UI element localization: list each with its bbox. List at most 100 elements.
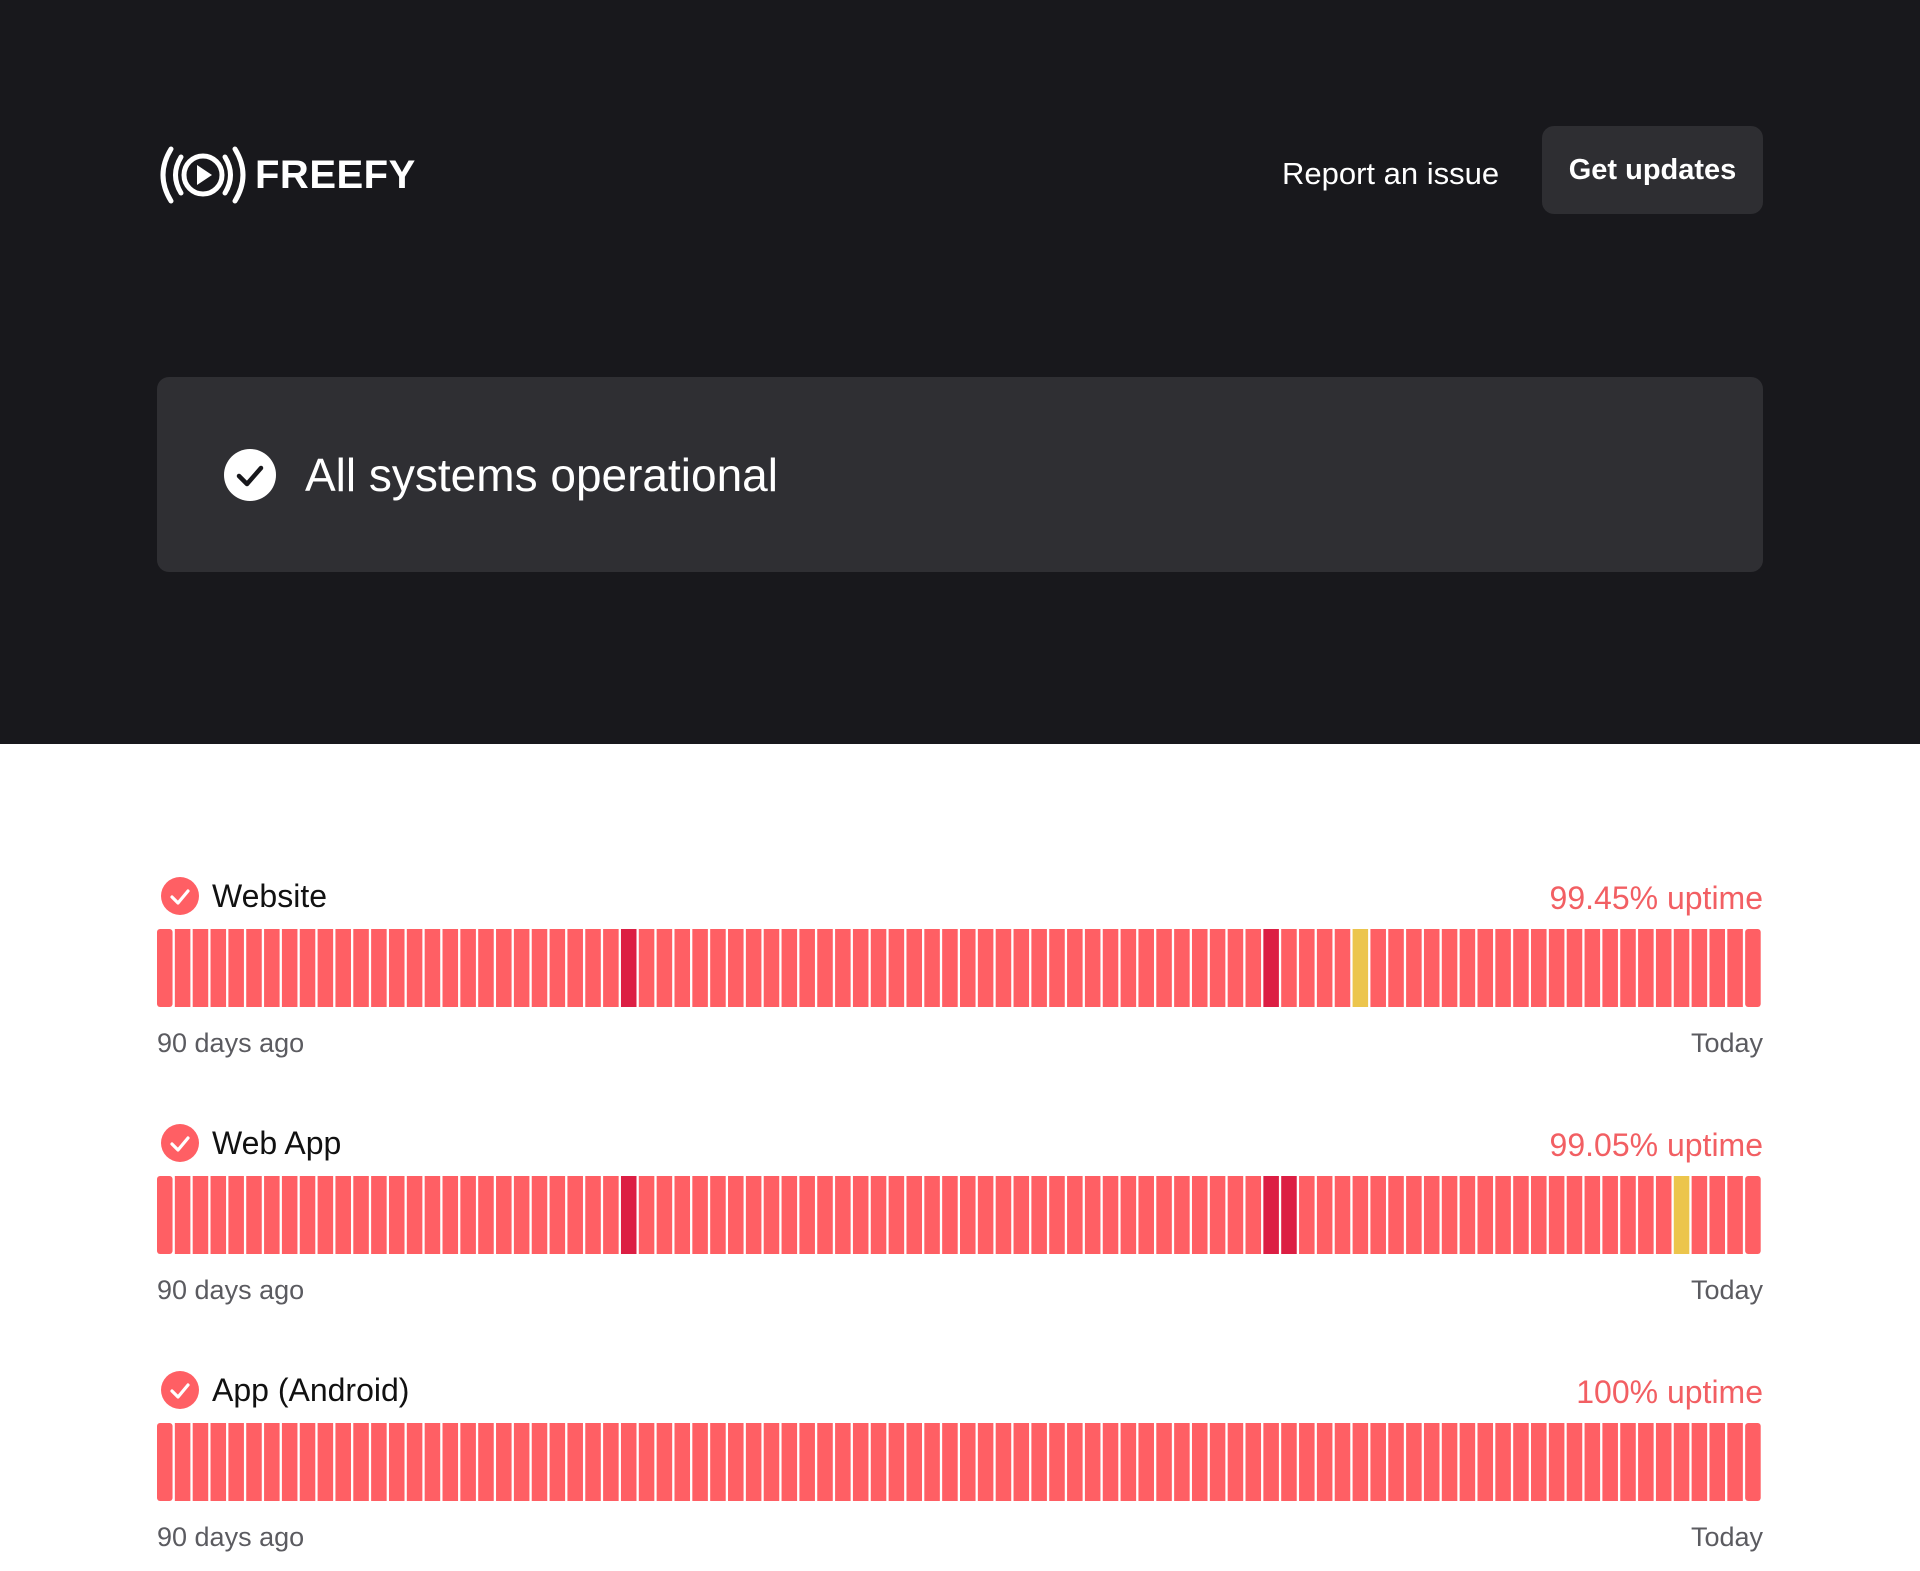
- uptime-bar-operational[interactable]: [531, 929, 548, 1007]
- uptime-bar-operational[interactable]: [1174, 1423, 1190, 1501]
- uptime-bar-operational[interactable]: [1013, 929, 1030, 1007]
- uptime-bar-operational[interactable]: [1406, 1423, 1422, 1501]
- uptime-bar-operational[interactable]: [1209, 1423, 1226, 1501]
- uptime-bar-operational[interactable]: [1245, 929, 1262, 1007]
- uptime-bar-operational[interactable]: [763, 929, 780, 1007]
- uptime-bar-operational[interactable]: [1138, 1176, 1154, 1254]
- uptime-bar-operational[interactable]: [192, 1176, 209, 1254]
- uptime-bar-operational[interactable]: [728, 1176, 744, 1254]
- uptime-bar-operational[interactable]: [852, 1176, 869, 1254]
- uptime-bar-operational[interactable]: [942, 1176, 958, 1254]
- uptime-bar-operational[interactable]: [371, 1176, 387, 1254]
- uptime-bar-operational[interactable]: [478, 1423, 494, 1501]
- uptime-bar-operational[interactable]: [763, 1423, 780, 1501]
- uptime-bar-operational[interactable]: [317, 929, 334, 1007]
- uptime-bar-operational[interactable]: [924, 929, 940, 1007]
- uptime-bar-operational[interactable]: [549, 929, 566, 1007]
- uptime-bar-operational[interactable]: [1477, 1176, 1494, 1254]
- uptime-bar-operational[interactable]: [852, 929, 869, 1007]
- uptime-bar-operational[interactable]: [888, 1423, 905, 1501]
- uptime-bar-operational[interactable]: [781, 1176, 798, 1254]
- uptime-bar-operational[interactable]: [906, 1176, 923, 1254]
- uptime-bar-operational[interactable]: [496, 1423, 512, 1501]
- uptime-bar-operational[interactable]: [1209, 1176, 1226, 1254]
- uptime-bar-operational[interactable]: [1566, 1423, 1583, 1501]
- uptime-bar-operational[interactable]: [174, 1423, 191, 1501]
- uptime-bar-operational[interactable]: [728, 1423, 744, 1501]
- uptime-bar-operational[interactable]: [870, 1176, 887, 1254]
- uptime-bar-operational[interactable]: [1067, 1176, 1083, 1254]
- uptime-bar-operational[interactable]: [924, 1176, 940, 1254]
- uptime-bar-operational[interactable]: [1191, 929, 1208, 1007]
- uptime-bar-operational[interactable]: [228, 1176, 244, 1254]
- uptime-bar-operational[interactable]: [1049, 1176, 1065, 1254]
- uptime-bar-operational[interactable]: [585, 1423, 601, 1501]
- uptime-bar-operational[interactable]: [335, 929, 351, 1007]
- uptime-bar-operational[interactable]: [210, 929, 227, 1007]
- uptime-bar-operational[interactable]: [1334, 929, 1351, 1007]
- uptime-bar-operational[interactable]: [157, 1423, 173, 1501]
- uptime-bar-operational[interactable]: [406, 1423, 423, 1501]
- uptime-bar-operational[interactable]: [531, 1176, 548, 1254]
- uptime-bar-operational[interactable]: [1316, 929, 1333, 1007]
- uptime-bar-operational[interactable]: [531, 1423, 548, 1501]
- uptime-bar-operational[interactable]: [1316, 1423, 1333, 1501]
- uptime-bar-operational[interactable]: [692, 1176, 708, 1254]
- uptime-bar-operational[interactable]: [656, 1423, 673, 1501]
- uptime-bar-operational[interactable]: [745, 1176, 762, 1254]
- uptime-bar-operational[interactable]: [371, 1423, 387, 1501]
- uptime-bar-operational[interactable]: [264, 1423, 280, 1501]
- uptime-bar-operational[interactable]: [960, 1176, 976, 1254]
- uptime-bar-operational[interactable]: [817, 1176, 833, 1254]
- uptime-bar-operational[interactable]: [1245, 1176, 1262, 1254]
- uptime-bar-operational[interactable]: [157, 929, 173, 1007]
- uptime-bar-operational[interactable]: [1459, 1423, 1476, 1501]
- uptime-bar-operational[interactable]: [1352, 1176, 1369, 1254]
- uptime-bar-operational[interactable]: [1156, 1423, 1172, 1501]
- uptime-bar-operational[interactable]: [710, 1176, 726, 1254]
- uptime-bar-operational[interactable]: [281, 1423, 298, 1501]
- uptime-bar-operational[interactable]: [888, 929, 905, 1007]
- uptime-bar-operational[interactable]: [710, 1423, 726, 1501]
- uptime-bar-operational[interactable]: [549, 1176, 566, 1254]
- uptime-bar-operational[interactable]: [1102, 1176, 1119, 1254]
- uptime-bar-operational[interactable]: [1084, 1176, 1101, 1254]
- uptime-bar-operational[interactable]: [1566, 1176, 1583, 1254]
- uptime-bar-operational[interactable]: [424, 1423, 441, 1501]
- uptime-bar-operational[interactable]: [1584, 1423, 1601, 1501]
- uptime-bar-operational[interactable]: [1655, 1176, 1672, 1254]
- uptime-bar-operational[interactable]: [603, 929, 619, 1007]
- uptime-bar-operational[interactable]: [1745, 1176, 1761, 1254]
- uptime-bar-operational[interactable]: [1174, 1176, 1190, 1254]
- uptime-bar-operational[interactable]: [1263, 1423, 1279, 1501]
- uptime-bar-operational[interactable]: [388, 929, 405, 1007]
- uptime-bar-operational[interactable]: [1602, 929, 1618, 1007]
- uptime-bar-operational[interactable]: [1477, 1423, 1494, 1501]
- uptime-bar-operational[interactable]: [924, 1423, 940, 1501]
- uptime-bar-operational[interactable]: [674, 929, 691, 1007]
- uptime-bar-operational[interactable]: [1441, 1176, 1458, 1254]
- uptime-bar-operational[interactable]: [335, 1423, 351, 1501]
- uptime-bar-operational[interactable]: [942, 1423, 958, 1501]
- uptime-bar-operational[interactable]: [745, 929, 762, 1007]
- uptime-bar-operational[interactable]: [513, 929, 530, 1007]
- uptime-bar-operational[interactable]: [1281, 929, 1297, 1007]
- uptime-bar-operational[interactable]: [567, 1176, 583, 1254]
- uptime-bar-operational[interactable]: [995, 1423, 1012, 1501]
- uptime-bar-operational[interactable]: [1370, 1176, 1386, 1254]
- uptime-bar-operational[interactable]: [1655, 929, 1672, 1007]
- uptime-bar-operational[interactable]: [264, 1176, 280, 1254]
- uptime-bar-operational[interactable]: [299, 929, 316, 1007]
- uptime-bar-operational[interactable]: [406, 1176, 423, 1254]
- uptime-bar-operational[interactable]: [763, 1176, 780, 1254]
- uptime-bar-operational[interactable]: [620, 1423, 637, 1501]
- uptime-bar-operational[interactable]: [192, 929, 209, 1007]
- uptime-bar-operational[interactable]: [496, 1176, 512, 1254]
- uptime-bar-operational[interactable]: [442, 929, 459, 1007]
- uptime-bar-operational[interactable]: [1388, 1176, 1404, 1254]
- uptime-bar-operational[interactable]: [317, 1423, 334, 1501]
- uptime-bar-operational[interactable]: [1156, 929, 1172, 1007]
- uptime-bar-operational[interactable]: [977, 1423, 994, 1501]
- uptime-bar-outage[interactable]: [1263, 929, 1279, 1007]
- uptime-bar-operational[interactable]: [638, 929, 655, 1007]
